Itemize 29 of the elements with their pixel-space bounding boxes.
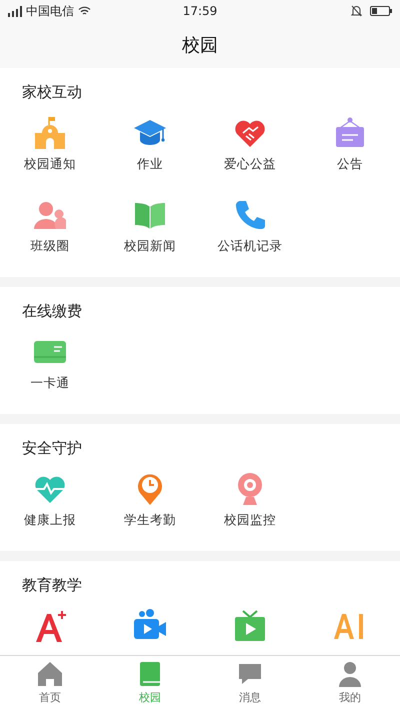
feature-link[interactable]: 健康上报 xyxy=(24,511,76,528)
tab-button[interactable]: 消息 xyxy=(200,656,300,711)
feature-link[interactable]: 公话机记录 xyxy=(218,237,282,254)
bell-muted-icon xyxy=(351,5,362,17)
school-icon xyxy=(32,115,68,151)
person-icon xyxy=(336,660,364,688)
battery-icon xyxy=(370,6,392,16)
feature-link[interactable]: 校园监控 xyxy=(224,511,276,528)
section-title: 教育教学 xyxy=(21,575,83,596)
feature-link[interactable]: 一卡通 xyxy=(30,374,70,391)
feature-link[interactable]: 班级圈 xyxy=(30,237,70,254)
tab-button[interactable]: 首页 xyxy=(0,656,100,711)
feature-link[interactable]: 爱心公益 xyxy=(224,155,276,172)
tv-icon xyxy=(232,608,268,644)
page-title: 校园 xyxy=(182,34,218,58)
home-icon xyxy=(36,660,64,688)
signal-icon xyxy=(8,6,22,16)
wifi-icon xyxy=(78,6,91,16)
feature-link[interactable]: 作业 xyxy=(137,155,163,172)
clock-time: 17:59 xyxy=(182,4,218,18)
feature-link[interactable]: 公告 xyxy=(337,155,363,172)
feature-link[interactable]: 学生考勤 xyxy=(124,511,176,528)
tab-button[interactable]: 我的 xyxy=(300,656,400,711)
feature-link[interactable]: 校园通知 xyxy=(24,155,76,172)
feature-link[interactable]: 校园新闻 xyxy=(124,237,176,254)
section-title: 安全守护 xyxy=(21,438,83,459)
carrier-name: 中国电信 xyxy=(26,3,74,20)
section-title: 在线缴费 xyxy=(21,301,83,322)
section-title: 家校互动 xyxy=(21,82,83,103)
